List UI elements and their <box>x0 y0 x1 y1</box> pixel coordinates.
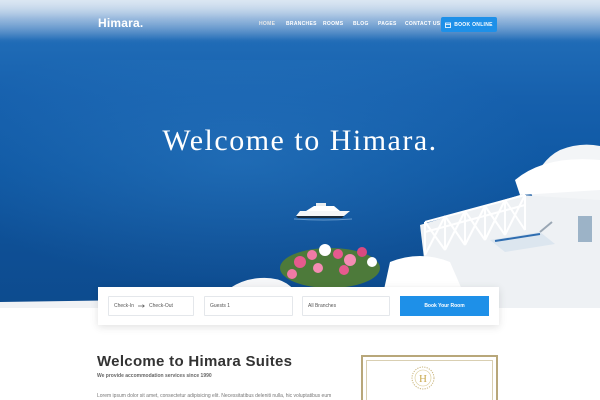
nav-branches[interactable]: BRANCHES <box>286 21 317 27</box>
arrow-right-icon <box>138 304 145 308</box>
guests-select[interactable]: Guests 1 <box>204 296 293 316</box>
book-online-label: BOOK ONLINE <box>454 21 493 28</box>
calendar-icon <box>445 22 452 28</box>
branches-value: All Branches <box>308 303 337 309</box>
book-your-room-button[interactable]: Book Your Room <box>400 296 489 316</box>
nav-blog[interactable]: BLOG <box>353 21 369 27</box>
logo-letter: H <box>419 373 427 385</box>
booking-form: Check-In Check-Out Guests 1 All Branches… <box>98 287 499 325</box>
section-title: Welcome to Himara Suites <box>97 353 293 370</box>
section-subtitle: We provide accommodation services since … <box>97 373 212 379</box>
nav-contact-us[interactable]: CONTACT US <box>405 21 440 27</box>
brand-logo[interactable]: Himara. <box>98 16 143 30</box>
checkin-label: Check-In <box>114 303 135 309</box>
nav-rooms[interactable]: ROOMS <box>323 21 343 27</box>
hero-title: Welcome to Himara. <box>162 124 438 157</box>
guests-value: Guests 1 <box>210 303 231 309</box>
branches-select[interactable]: All Branches <box>302 296 390 316</box>
checkout-label: Check-Out <box>149 303 173 309</box>
nav-home[interactable]: HOME <box>259 21 275 27</box>
nav-pages[interactable]: PAGES <box>378 21 397 27</box>
book-online-button[interactable]: BOOK ONLINE <box>441 17 497 32</box>
section-body-text: Lorem ipsum dolor sit amet, consectetur … <box>97 393 332 399</box>
hotel-logo-seal: H <box>411 366 435 390</box>
date-range-field[interactable]: Check-In Check-Out <box>108 296 194 316</box>
hero-banner: Himara. HOME BRANCHES ROOMS BLOG PAGES C… <box>0 0 600 308</box>
